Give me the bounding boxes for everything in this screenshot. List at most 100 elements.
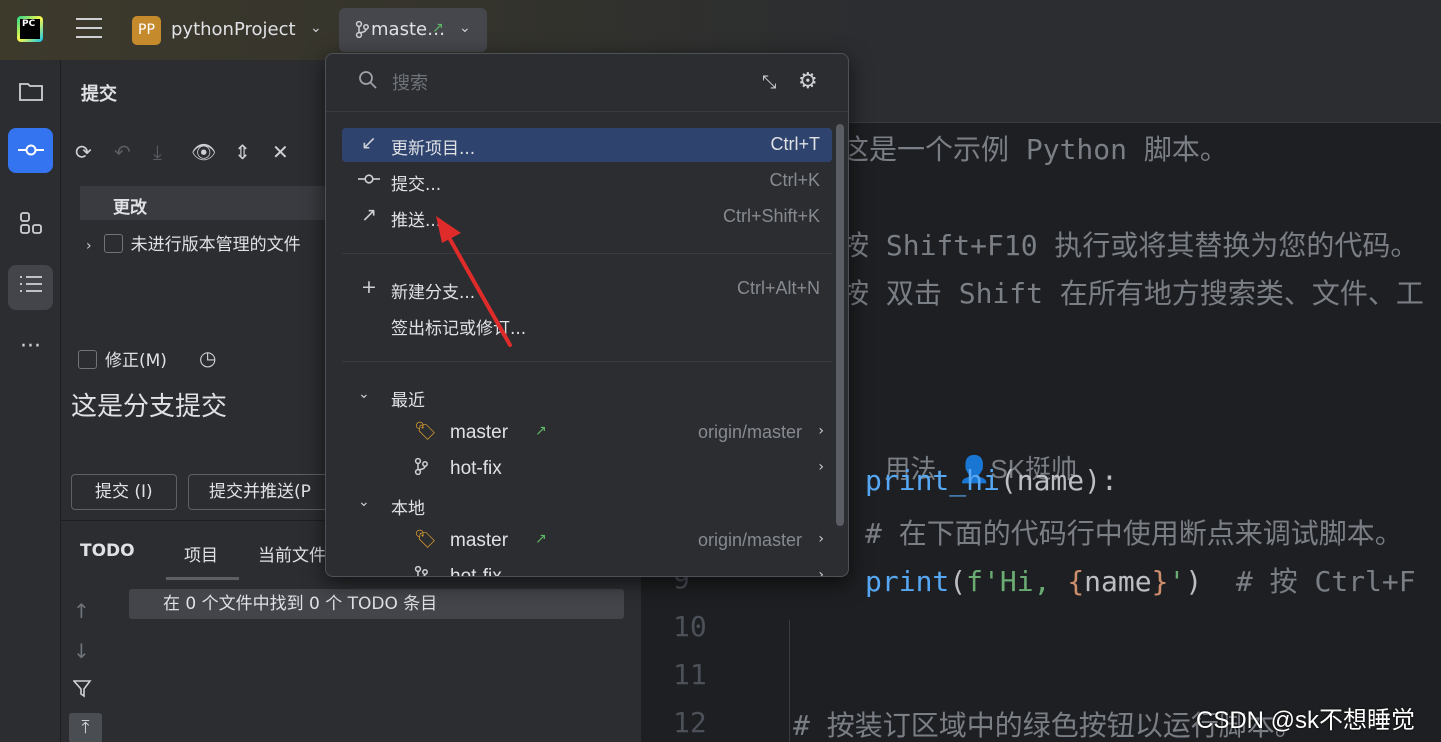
commit-tool-icon[interactable] — [8, 128, 53, 173]
branch-row-local-master[interactable]: 🏷 master ↗ origin/master › — [342, 524, 832, 558]
paren-open: ( — [949, 565, 967, 598]
commit-item[interactable]: 提交... Ctrl+K — [342, 164, 832, 198]
push-item[interactable]: ↗ 推送... Ctrl+Shift+K — [342, 200, 832, 234]
branch-name: hot-fix — [450, 566, 502, 577]
arrow-up-icon[interactable]: ↑ — [73, 599, 90, 623]
commit-message-input[interactable]: 这是分支提交 — [71, 386, 227, 423]
chevron-right-icon[interactable]: › — [86, 238, 92, 254]
remote-branch-name: origin/master — [697, 530, 802, 550]
code-line: 按 Shift+F10 执行或将其替换为您的代码。 — [841, 229, 1419, 262]
code-line: print(f'Hi, {name}') # 按 Ctrl+F — [865, 560, 1416, 600]
structure-icon[interactable] — [8, 206, 53, 251]
code-line: # 在下面的代码行中使用断点来调试脚本。 — [865, 517, 1403, 550]
function-name: print_hi — [865, 464, 1000, 497]
brace-close: } — [1151, 565, 1169, 598]
menu-item-shortcut: Ctrl+Alt+N — [736, 278, 820, 298]
menu-separator — [342, 253, 832, 254]
csdn-watermark: CSDN @sk不想睡觉 — [1196, 707, 1416, 734]
project-folder-icon[interactable] — [8, 73, 53, 118]
download-icon[interactable]: ⤓ — [153, 140, 162, 164]
chevron-down-icon: ⌄ — [358, 386, 370, 402]
branch-row-recent-hot-fix[interactable]: hot-fix › — [342, 452, 832, 486]
paren-close: ) — [1185, 565, 1203, 598]
menu-item-label: 更新项目... — [391, 139, 476, 159]
branch-icon — [414, 565, 428, 576]
tab-current-file[interactable]: 当前文件 — [258, 541, 328, 566]
rollback-icon[interactable]: ↶ — [114, 140, 131, 164]
menu-item-label: 签出标记或修订... — [391, 319, 527, 339]
fstring-part: f'Hi, — [966, 565, 1068, 598]
arrow-down-icon[interactable]: ↓ — [73, 639, 90, 663]
commit-button[interactable]: 提交 (I) — [71, 474, 177, 510]
unversioned-files-node[interactable]: › 未进行版本管理的文件 — [86, 230, 301, 255]
chevron-right-icon[interactable]: › — [818, 531, 824, 547]
amend-checkbox[interactable] — [78, 350, 97, 369]
logo-text: PC — [20, 19, 40, 39]
history-clock-icon[interactable]: ◷ — [199, 346, 216, 370]
tab-project[interactable]: 项目 — [184, 541, 218, 566]
gear-icon[interactable]: ⚙ — [798, 69, 818, 94]
code-line: print_hi(name): — [865, 464, 1118, 497]
group-label: 最近 — [391, 391, 425, 411]
plus-icon: + — [361, 276, 377, 298]
commit-panel-title: 提交 — [81, 84, 117, 105]
branch-name: hot-fix — [450, 458, 502, 479]
group-label: 本地 — [391, 499, 425, 519]
chevron-right-icon[interactable]: › — [818, 423, 824, 439]
tag-icon: 🏷 — [414, 529, 437, 550]
todo-panel-title: TODO — [80, 541, 135, 561]
branch-name: master — [450, 530, 509, 551]
outgoing-arrow-icon: ↗ — [535, 531, 547, 547]
chevron-right-icon[interactable]: › — [818, 459, 824, 475]
project-name[interactable]: pythonProject — [171, 19, 296, 40]
menu-item-label: 提交... — [391, 175, 442, 195]
checkout-tag-item[interactable]: 签出标记或修订... — [342, 308, 832, 342]
more-tools-icon[interactable]: ··· — [8, 324, 53, 369]
git-branch-popup: ⤡ ⚙ ↙ 更新项目... Ctrl+T 提交... Ctrl+K ↗ 推送..… — [325, 53, 849, 577]
pycharm-logo-icon[interactable]: PC — [17, 16, 43, 42]
popup-scrollbar[interactable] — [836, 124, 844, 526]
todo-list-icon[interactable] — [8, 265, 53, 310]
chevron-down-icon: ⌄ — [358, 494, 370, 510]
line-number: 11 — [673, 658, 707, 691]
chevron-right-icon[interactable]: › — [818, 567, 824, 576]
local-group-header[interactable]: ⌄ 本地 — [342, 488, 832, 522]
project-chevron-down-icon[interactable]: ⌄ — [310, 20, 322, 36]
outgoing-arrow-icon: ↗ — [535, 423, 547, 439]
active-tab-indicator — [166, 577, 239, 580]
search-icon — [358, 70, 378, 95]
collapse-all-icon[interactable]: ✕ — [272, 140, 289, 164]
filter-icon[interactable] — [72, 679, 93, 704]
branch-chevron-down-icon[interactable]: ⌄ — [459, 20, 471, 36]
update-project-item[interactable]: ↙ 更新项目... Ctrl+T — [342, 128, 832, 162]
project-badge[interactable]: PP — [132, 16, 161, 45]
branch-row-recent-master[interactable]: 🏷 master ↗ origin/master › — [342, 416, 832, 450]
new-branch-item[interactable]: + 新建分支... Ctrl+Alt+N — [342, 272, 832, 306]
menu-item-shortcut: Ctrl+Shift+K — [722, 206, 820, 226]
collapse-arrow-icon[interactable]: ⤡ — [762, 72, 776, 93]
export-icon[interactable]: ⤒ — [69, 713, 102, 742]
outgoing-arrow-icon: ↗ — [432, 20, 444, 36]
unversioned-checkbox[interactable] — [103, 234, 123, 253]
inline-comment: # 按 Ctrl+F — [1202, 565, 1416, 598]
update-icon: ↙ — [361, 132, 377, 154]
branch-row-local-hot-fix[interactable]: hot-fix › — [342, 560, 832, 577]
refresh-icon[interactable]: ⟳ — [75, 140, 92, 164]
menu-item-label: 推送... — [391, 211, 442, 231]
amend-checkbox-row[interactable]: 修正(M) — [78, 346, 167, 371]
branch-search-input[interactable] — [392, 70, 752, 96]
recent-group-header[interactable]: ⌄ 最近 — [342, 380, 832, 414]
branch-icon — [414, 457, 428, 480]
main-menu-icon[interactable] — [76, 18, 102, 40]
code-line: 按 双击 Shift 在所有地方搜索类、文件、工 — [841, 277, 1424, 310]
menu-item-shortcut: Ctrl+K — [769, 170, 820, 190]
line-number: 10 — [673, 610, 707, 643]
line-number: 12 — [673, 706, 707, 739]
brace-open: { — [1067, 565, 1085, 598]
changes-label: 更改 — [113, 198, 147, 218]
todo-result-row[interactable]: 在 0 个文件中找到 0 个 TODO 条目 — [129, 589, 624, 619]
commit-icon — [357, 168, 381, 190]
expand-all-icon[interactable]: ⇕ — [234, 140, 251, 164]
amend-label: 修正(M) — [105, 351, 167, 371]
eye-icon[interactable]: 👁 — [191, 140, 216, 164]
